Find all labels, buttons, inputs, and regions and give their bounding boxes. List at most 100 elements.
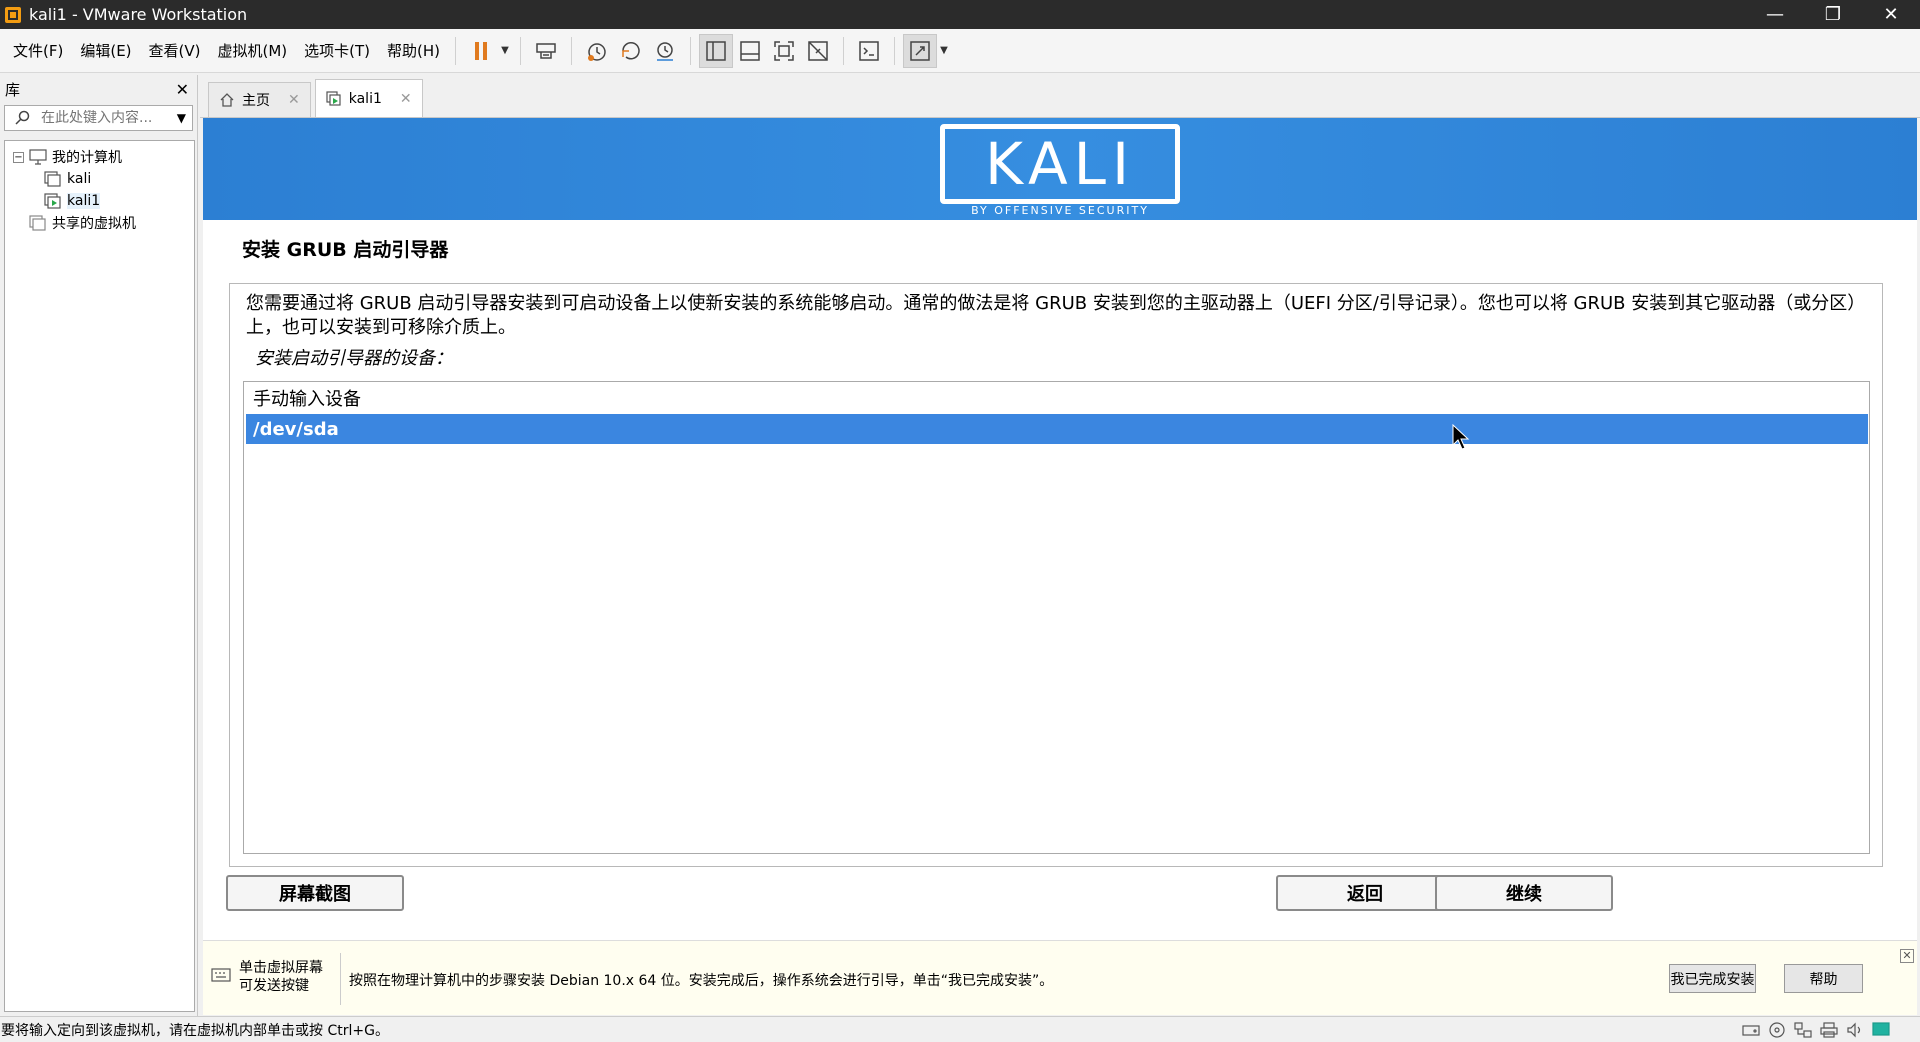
home-icon [220,93,234,107]
kali-logo-subtitle: BY OFFENSIVE SECURITY [971,204,1149,217]
tree-item-kali[interactable]: kali [5,168,194,190]
search-icon [15,110,30,125]
tab-label: 主页 [242,93,270,109]
pause-icon [475,41,488,60]
pause-button[interactable] [464,34,498,68]
guest-screen[interactable]: KALI BY OFFENSIVE SECURITY 安装 GRUB 启动引导器… [203,118,1917,940]
close-hint-icon[interactable]: ✕ [1900,949,1914,963]
tree-label: 我的计算机 [52,150,122,166]
list-item-dev-sda[interactable]: /dev/sda [246,414,1868,444]
library-search-input[interactable] [41,110,171,126]
kali-logo-text: KALI [984,130,1136,198]
close-tab-icon[interactable]: ✕ [288,92,300,108]
computer-icon [29,149,47,165]
installer-content-frame: 您需要通过将 GRUB 启动引导器安装到可启动设备上以使新安装的系统能够启动。通… [229,283,1883,867]
tab-label: kali1 [348,90,382,107]
toolbar-separator [843,36,845,65]
status-text: 要将输入定向到该虚拟机，请在虚拟机内部单击或按 Ctrl+G。 [1,1022,389,1039]
menu-help[interactable]: 帮助(H) [380,40,447,61]
tab-bar: 主页 ✕ kali1 ✕ [200,75,1920,118]
list-item-manual[interactable]: 手动输入设备 [244,382,1869,414]
tree-label: 共享的虚拟机 [52,216,136,232]
snapshot-manager-button[interactable] [648,34,682,68]
vmware-app-icon [5,6,21,23]
hard-disk-icon[interactable] [1742,1022,1760,1038]
hint-text: 按照在物理计算机中的步骤安装 Debian 10.x 64 位。安装完成后，操作… [349,973,1054,989]
send-ctrl-alt-del-icon [536,42,556,59]
revert-snapshot-icon [622,41,640,59]
status-bar: 要将输入定向到该虚拟机，请在虚拟机内部单击或按 Ctrl+G。 [0,1016,1920,1042]
help-button[interactable]: 帮助 [1784,964,1863,993]
pause-dropdown-icon[interactable]: ▼ [498,45,512,56]
install-hint-bar: 单击虚拟屏幕 可发送按键 按照在物理计算机中的步骤安装 Debian 10.x … [203,940,1917,1015]
menu-view[interactable]: 查看(V) [142,40,208,61]
window-title-bar: kali1 - VMware Workstation — ❐ ✕ [0,0,1920,29]
thumbnail-view-icon [740,40,760,61]
snapshot-manager-icon [657,41,674,61]
snapshot-button[interactable] [580,34,614,68]
hint-click-label: 单击虚拟屏幕 可发送按键 [239,960,323,994]
revert-snapshot-button[interactable] [614,34,648,68]
tree-item-kali1[interactable]: kali1 [5,190,194,212]
device-list-label: 安装启动引导器的设备： [255,348,453,369]
menu-vm[interactable]: 虚拟机(M) [211,40,295,61]
stretch-button[interactable] [903,33,938,68]
vm-icon [44,171,61,187]
tab-kali1[interactable]: kali1 ✕ [314,79,423,117]
back-button[interactable]: 返回 [1276,875,1454,911]
menu-toolbar: 文件(F) 编辑(E) 查看(V) 虚拟机(M) 选项卡(T) 帮助(H) ▼ … [0,29,1920,73]
screenshot-button[interactable]: 屏幕截图 [226,875,404,911]
library-search[interactable]: ▼ [4,105,193,131]
window-title: kali1 - VMware Workstation [29,5,248,24]
cd-dvd-icon[interactable] [1768,1021,1786,1038]
restore-button[interactable]: ❐ [1804,0,1862,29]
tree-item-shared-vms[interactable]: 共享的虚拟机 [5,212,194,234]
tree-item-my-computer[interactable]: − 我的计算机 [5,146,194,168]
stretch-dropdown-icon[interactable]: ▼ [937,45,951,56]
keyboard-click-icon [211,968,231,982]
collapse-icon[interactable]: − [13,151,24,163]
fullscreen-icon [774,40,794,61]
sound-icon[interactable] [1846,1022,1864,1038]
vm-icon [326,90,341,106]
tab-home[interactable]: 主页 ✕ [208,82,311,117]
menu-file[interactable]: 文件(F) [6,40,70,61]
menu-tabs[interactable]: 选项卡(T) [297,40,377,61]
message-icon[interactable] [1872,1021,1890,1038]
library-panel: 库 ✕ ▼ − 我的计算机 kali kali1 共享的虚拟机 [0,75,198,1016]
network-icon[interactable] [1794,1021,1812,1038]
toolbar-separator [571,36,573,65]
close-tab-icon[interactable]: ✕ [400,91,412,107]
console-button[interactable] [852,34,886,68]
running-vm-icon [44,193,61,209]
finished-install-button[interactable]: 我已完成安装 [1669,964,1756,993]
installer-step-title: 安装 GRUB 启动引导器 [242,239,449,261]
library-view-button[interactable] [699,33,734,68]
minimize-button[interactable]: — [1746,0,1804,29]
continue-button[interactable]: 继续 [1435,875,1613,911]
unity-icon [808,40,828,61]
mouse-cursor-icon [1452,424,1470,450]
fullscreen-button[interactable] [767,34,801,68]
printer-icon[interactable] [1820,1021,1838,1038]
toolbar-separator [520,36,522,65]
library-view-icon [706,40,726,61]
close-window-button[interactable]: ✕ [1862,0,1920,29]
toolbar-separator [894,36,896,65]
stretch-icon [910,40,930,61]
search-dropdown-icon[interactable]: ▼ [177,111,186,125]
tree-label: kali1 [67,193,101,209]
thumbnail-view-button[interactable] [733,34,767,68]
console-icon [859,40,879,61]
menu-edit[interactable]: 编辑(E) [73,40,138,61]
hint-divider [340,953,341,1005]
unity-button[interactable] [801,34,835,68]
installer-description: 您需要通过将 GRUB 启动引导器安装到可启动设备上以使新安装的系统能够启动。通… [246,293,1866,338]
shared-vm-icon [29,215,46,231]
device-list: 手动输入设备 /dev/sda [243,381,1870,854]
vm-area: 主页 ✕ kali1 ✕ KALI BY OFFENSIVE SECURITY … [200,75,1920,1016]
kali-banner: KALI BY OFFENSIVE SECURITY [203,118,1917,220]
close-library-icon[interactable]: ✕ [176,80,189,99]
library-tree: − 我的计算机 kali kali1 共享的虚拟机 [4,140,195,1012]
send-ctrl-alt-del-button[interactable] [529,34,563,68]
